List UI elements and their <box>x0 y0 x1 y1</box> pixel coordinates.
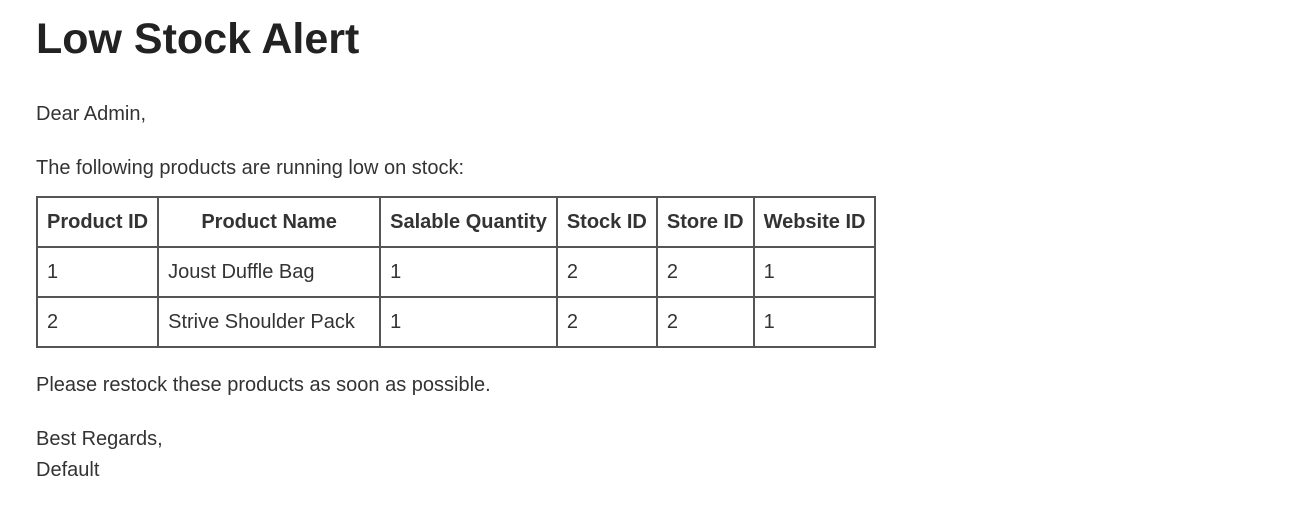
column-header-stock-id: Stock ID <box>555 196 658 248</box>
cell-product-name: Joust Duffle Bag <box>157 246 382 298</box>
greeting-text: Dear Admin, <box>36 103 147 125</box>
cell-product-name: Strive Shoulder Pack <box>157 296 382 348</box>
cell-store-id: 2 <box>655 246 755 298</box>
cell-salable-quantity: 1 <box>379 246 558 298</box>
low-stock-table: Product ID Product Name Salable Quantity… <box>35 196 877 348</box>
intro-text: The following products are running low o… <box>36 157 465 179</box>
cell-stock-id: 2 <box>555 296 658 348</box>
table-row: 2 Strive Shoulder Pack 1 2 2 1 <box>35 296 877 348</box>
cell-product-id: 1 <box>35 246 160 298</box>
table-header-row: Product ID Product Name Salable Quantity… <box>35 196 877 248</box>
column-header-store-id: Store ID <box>655 196 755 248</box>
cell-product-id: 2 <box>35 296 160 348</box>
column-header-product-name: Product Name <box>157 196 382 248</box>
regards-text: Best Regards, <box>36 428 163 450</box>
column-header-salable-quantity: Salable Quantity <box>379 196 558 248</box>
cell-website-id: 1 <box>752 246 877 298</box>
cell-website-id: 1 <box>752 296 877 348</box>
column-header-website-id: Website ID <box>752 196 877 248</box>
column-header-product-id: Product ID <box>35 196 160 248</box>
email-body: Low Stock Alert Dear Admin, The followin… <box>0 0 1300 482</box>
cell-store-id: 2 <box>655 296 755 348</box>
page-title: Low Stock Alert <box>36 15 360 63</box>
table-row: 1 Joust Duffle Bag 1 2 2 1 <box>35 246 877 298</box>
closing-text: Please restock these products as soon as… <box>36 374 491 396</box>
signature-text: Default <box>36 459 100 481</box>
cell-salable-quantity: 1 <box>379 296 558 348</box>
cell-stock-id: 2 <box>555 246 658 298</box>
